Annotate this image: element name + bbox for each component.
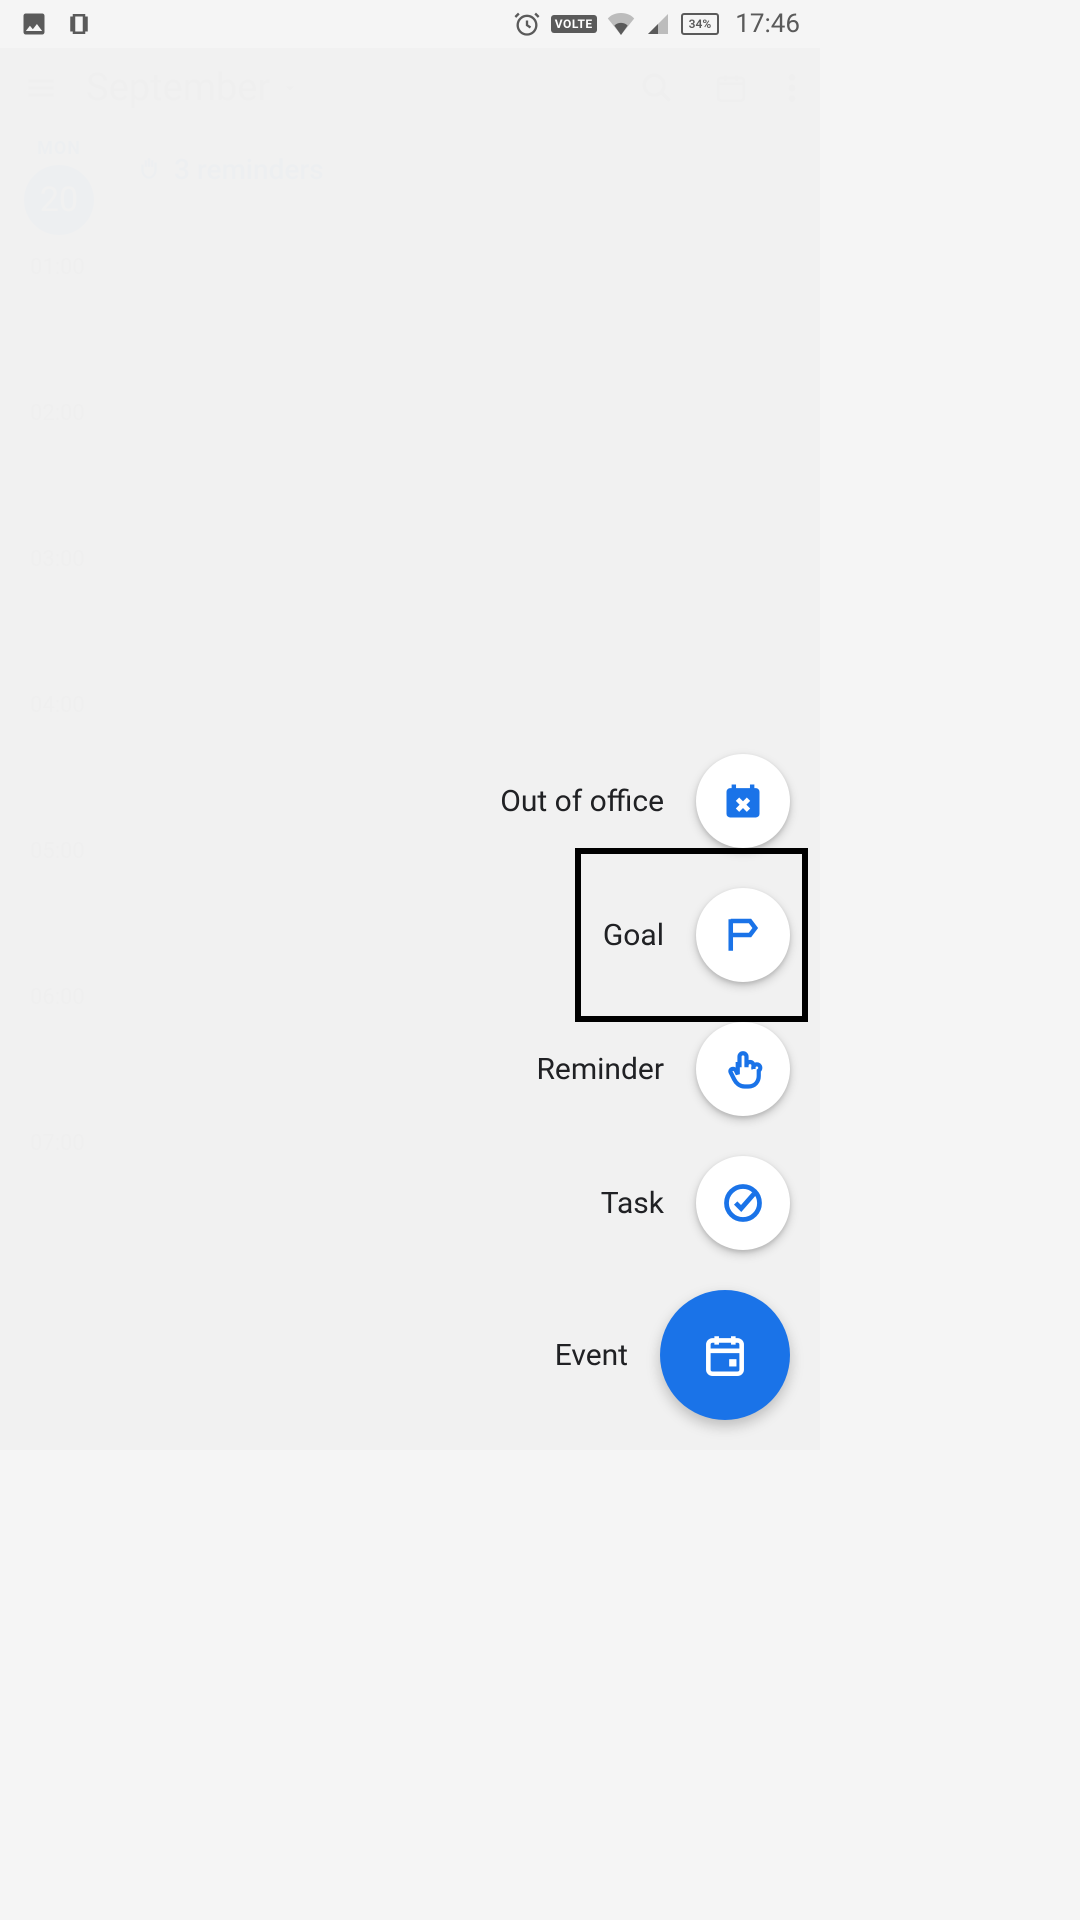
out-of-office-button[interactable] xyxy=(696,754,790,848)
volte-badge: VOLTE xyxy=(551,15,597,33)
fab-label: Event xyxy=(555,1338,628,1373)
goal-button[interactable] xyxy=(696,888,790,982)
fab-label: Reminder xyxy=(536,1052,664,1087)
fab-label: Task xyxy=(601,1186,664,1221)
flag-icon xyxy=(722,914,764,956)
calendar-x-icon xyxy=(721,779,765,823)
fab-label: Goal xyxy=(603,918,664,953)
fab-speed-dial: Out of office Goal Reminder xyxy=(500,754,790,1420)
hand-tap-icon xyxy=(722,1048,764,1090)
alarm-icon xyxy=(513,10,541,38)
screen-mirror-icon xyxy=(64,9,94,39)
status-time: 17:46 xyxy=(735,9,800,39)
reminder-button[interactable] xyxy=(696,1022,790,1116)
photos-icon xyxy=(20,10,48,38)
fab-label: Out of office xyxy=(500,784,664,819)
fab-item-reminder[interactable]: Reminder xyxy=(536,1022,790,1116)
fab-item-task[interactable]: Task xyxy=(601,1156,790,1250)
wifi-icon xyxy=(607,13,635,35)
fab-item-event[interactable]: Event xyxy=(555,1290,790,1420)
event-fab-button[interactable] xyxy=(660,1290,790,1420)
signal-icon xyxy=(645,12,671,36)
task-button[interactable] xyxy=(696,1156,790,1250)
fab-item-out-of-office[interactable]: Out of office xyxy=(500,754,790,848)
status-bar: VOLTE 34% 17:46 xyxy=(0,0,820,48)
check-circle-icon xyxy=(721,1181,765,1225)
battery-indicator: 34% xyxy=(681,13,720,35)
calendar-day-icon xyxy=(700,1330,750,1380)
fab-item-goal[interactable]: Goal xyxy=(603,888,790,982)
